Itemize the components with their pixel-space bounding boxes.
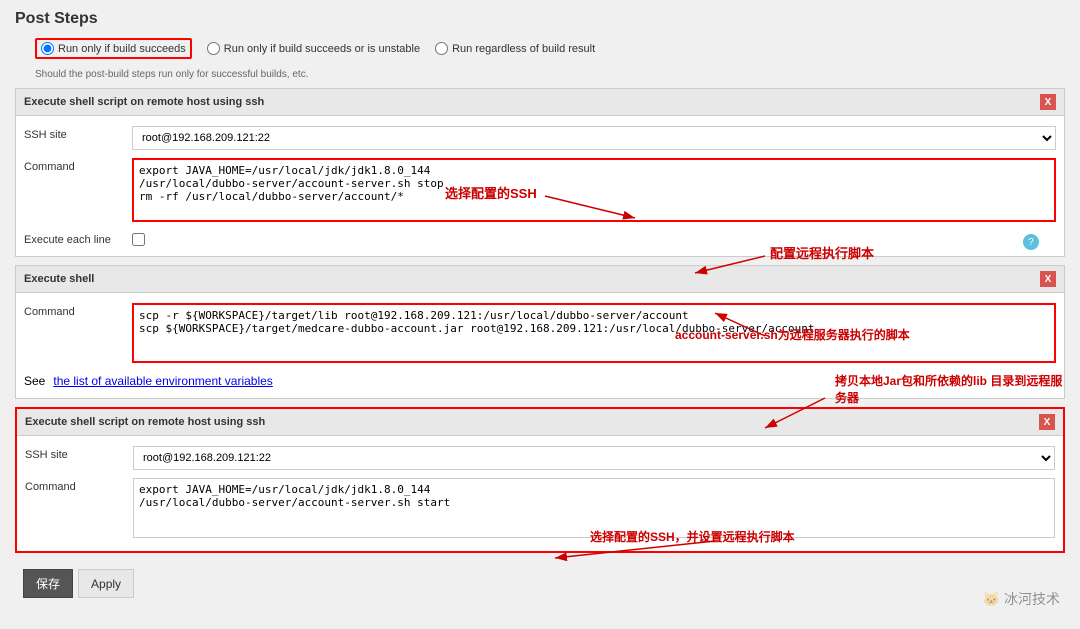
radio-group: Run only if build succeeds Run only if b… (15, 38, 1065, 59)
section-ssh-1: Execute shell script on remote host usin… (15, 88, 1065, 257)
radio-build-always[interactable] (435, 42, 448, 55)
command-row-3: Command (17, 474, 1063, 545)
command-label-3: Command (25, 478, 125, 493)
bottom-toolbar: 保存 Apply (15, 561, 1065, 606)
command-control-1 (132, 158, 1056, 225)
radio-build-success[interactable] (41, 42, 54, 55)
section-ssh-1-header: Execute shell script on remote host usin… (16, 89, 1064, 116)
radio-hint: Should the post-build steps run only for… (15, 69, 1065, 80)
ssh-site-label-1: SSH site (24, 126, 124, 141)
ssh-site-control-1: root@192.168.209.121:22 (132, 126, 1056, 150)
command-textarea-2[interactable] (132, 303, 1056, 363)
section-ssh-2: Execute shell script on remote host usin… (15, 407, 1065, 553)
section-shell-header: Execute shell X (16, 266, 1064, 293)
env-vars-row: See the list of available environment va… (16, 370, 1064, 392)
radio-option-1[interactable]: Run only if build succeeds (35, 38, 192, 59)
execute-each-checkbox-1[interactable] (132, 233, 145, 246)
section-ssh-1-content: SSH site root@192.168.209.121:22 Command… (16, 116, 1064, 256)
radio-option-3[interactable]: Run regardless of build result (435, 42, 595, 55)
watermark: 🐱 冰河技术 (983, 589, 1060, 609)
section-ssh-1-close[interactable]: X (1040, 94, 1056, 110)
command-row-1: Command (16, 154, 1064, 229)
help-icon-1[interactable]: ? (1023, 234, 1039, 250)
radio-option-2[interactable]: Run only if build succeeds or is unstabl… (207, 42, 420, 55)
command-textarea-1[interactable] (132, 158, 1056, 222)
env-vars-link[interactable]: the list of available environment variab… (53, 374, 272, 388)
command-label-2: Command (24, 303, 124, 318)
ssh-site-select-2[interactable]: root@192.168.209.121:22 (133, 446, 1055, 470)
section-ssh-2-header: Execute shell script on remote host usin… (17, 409, 1063, 436)
ssh-site-row-2: SSH site root@192.168.209.121:22 (17, 442, 1063, 474)
section-shell-content: Command See the list of available enviro… (16, 293, 1064, 398)
command-control-2 (132, 303, 1056, 366)
command-row-2: Command (16, 299, 1064, 370)
execute-each-row-1: Execute each line ? (16, 229, 1064, 250)
section-shell: Execute shell X Command See the list of … (15, 265, 1065, 399)
ssh-site-row-1: SSH site root@192.168.209.121:22 (16, 122, 1064, 154)
section-ssh-2-content: SSH site root@192.168.209.121:22 Command (17, 436, 1063, 551)
section-shell-close[interactable]: X (1040, 271, 1056, 287)
env-vars-prefix: See (24, 374, 45, 388)
save-button[interactable]: 保存 (23, 569, 73, 598)
execute-each-label-1: Execute each line (24, 234, 124, 246)
command-label-1: Command (24, 158, 124, 173)
command-control-3 (133, 478, 1055, 541)
radio-build-unstable[interactable] (207, 42, 220, 55)
page-title: Post Steps (15, 10, 1065, 28)
ssh-site-label-2: SSH site (25, 446, 125, 461)
apply-button[interactable]: Apply (78, 569, 134, 598)
main-container: Post Steps Run only if build succeeds Ru… (0, 0, 1080, 629)
ssh-site-select-1[interactable]: root@192.168.209.121:22 (132, 126, 1056, 150)
command-textarea-3[interactable] (133, 478, 1055, 538)
section-ssh-2-close[interactable]: X (1039, 414, 1055, 430)
ssh-site-control-2: root@192.168.209.121:22 (133, 446, 1055, 470)
